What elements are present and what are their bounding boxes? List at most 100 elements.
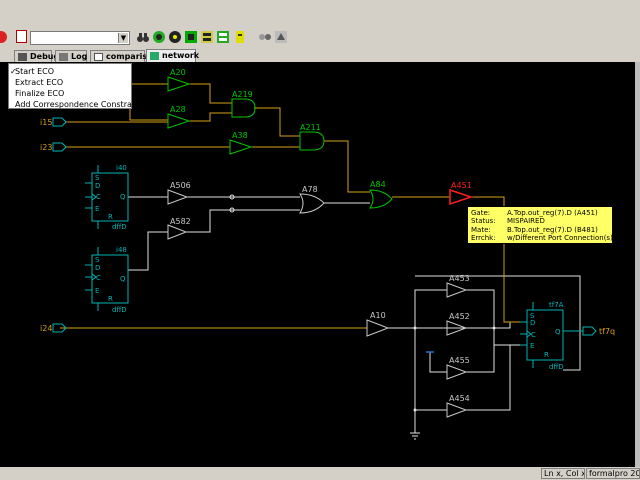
label-a582: A582 [170,217,191,226]
tooltip-key-gate: Gate: [471,209,491,217]
schematic-canvas[interactable]: A20 A28 A219 A38 A211 A84 A506 A582 A78 … [0,62,635,467]
label-a84: A84 [370,180,386,189]
flop-i48-pin-c: C [96,274,101,282]
label-i23: i23 [40,143,52,152]
flop-tf7a-pin-r: R [544,351,549,359]
menu-item-finalize-eco[interactable]: Finalize ECO [15,88,64,99]
label-a452: A452 [449,312,470,321]
gray-gates[interactable] [167,189,468,418]
path-dropdown[interactable]: ▼ [30,31,130,45]
gate-a453 [446,282,468,298]
gate-a455 [446,364,468,380]
tooltip-value-mate: B.Top.out_reg(7).D (B481) [507,226,598,234]
check-icon: ✓ [10,67,17,76]
junction-dots [229,194,496,412]
flop-i48-type: dffD [112,306,127,314]
label-a453: A453 [449,274,470,283]
gate-a454 [446,402,468,418]
label-a28: A28 [170,105,186,114]
tooltip-key-status: Status: [471,217,496,225]
flop-tf7a-name: tf7A [549,301,564,309]
network-tool-icon[interactable] [274,30,288,44]
window-list-icon[interactable] [216,30,230,44]
flop-i40-pin-c: C [96,193,101,201]
label-a454: A454 [449,394,470,403]
gate-a506 [167,189,189,205]
label-a451: A451 [451,181,472,190]
network-icon [150,52,159,60]
label-a10: A10 [370,311,386,320]
tooltip-value-gate: A.Top.out_reg(7).D (A451) [507,209,598,217]
key-icon[interactable] [234,30,248,44]
menu-item-label: Start ECO [15,67,55,76]
tooltip-key-mate: Mate: [471,226,491,234]
tooltip-value-errchk: w/Different Port Connection(s) [507,234,613,242]
label-a506: A506 [170,181,191,190]
flop-i48-pin-d: D [95,264,100,272]
label-a78: A78 [302,185,318,194]
port-i15 [52,117,67,127]
debug-icon [18,53,27,61]
flop-i40-pin-q: Q [120,193,126,201]
flop-i48-pin-r: R [108,295,113,303]
label-a38: A38 [232,131,248,140]
tooltip-value-status: MISPAIRED [507,217,545,225]
flop-i48-pin-e: E [95,287,99,295]
signal-wires [60,83,370,329]
menu-item-start-eco[interactable]: ✓ Start ECO [10,66,55,77]
tab-network[interactable]: network [146,49,199,62]
vertical-scrollbar[interactable] [635,62,640,467]
binoculars-icon[interactable] [152,30,166,44]
gate-a38 [229,139,253,155]
gate-a211 [299,131,325,151]
tab-debug[interactable]: Debug [14,50,59,62]
flop-i48-pin-s: S [95,256,100,264]
menu-item-label: Extract ECO [15,78,64,87]
green-gate-labels: A20 A28 A219 A38 A211 A84 [170,68,386,189]
document-icon [94,53,103,61]
gate-a20 [167,76,191,92]
hierarchy-icon[interactable] [258,30,272,44]
chevron-down-icon[interactable]: ▼ [118,33,128,43]
gate-a28 [167,113,191,129]
label-i24: i24 [40,324,52,333]
gear-chip-icon[interactable] [200,30,214,44]
flop-tf7a-pin-q: Q [555,328,561,336]
label-a219: A219 [232,90,253,99]
label-a455: A455 [449,356,470,365]
radiation-icon[interactable] [184,30,198,44]
menu-item-extract-eco[interactable]: Extract ECO [15,77,63,88]
radiation-icon[interactable] [168,30,182,44]
label-tf7q: tf7q [599,327,615,336]
tab-comparison[interactable]: comparison [90,50,158,62]
input-port-labels: i15 i23 i24 [40,118,52,333]
gray-gate-labels: A506 A582 A78 A10 A453 A452 A455 A454 [170,181,470,403]
flop-i48-name: i48 [116,246,127,254]
label-a211: A211 [300,123,321,132]
flop-i48-pin-q: Q [120,275,126,283]
log-icon [59,53,68,61]
flop-i40-pin-s: S [95,174,100,182]
schematic-svg[interactable]: A20 A28 A219 A38 A211 A84 A506 A582 A78 … [0,62,635,467]
menu-item-add-correspondence-constraint[interactable]: Add Correspondence Constraint [15,99,142,110]
binoculars-icon[interactable] [136,30,150,44]
gate-tooltip: Gate: A.Top.out_reg(7).D (A451) Status: … [467,206,613,244]
flop-tf7a-pin-e: E [530,342,534,350]
gate-a451[interactable] [449,188,474,206]
menu-item-label: Finalize ECO [15,89,65,98]
green-gates[interactable] [167,76,393,209]
tab-log[interactable]: Log [55,50,87,62]
flop-i40-type: dffD [112,223,127,231]
tooltip-key-errchk: Errchk: [471,234,496,242]
flop-i40-pin-r: R [108,213,113,221]
input-ports[interactable] [52,117,67,333]
flop-i48-labels: i48 S D E C R Q dffD [95,246,127,314]
port-i23 [52,142,67,152]
cursor-position: Ln x, Col x [541,468,585,479]
notepad-icon[interactable] [16,30,27,43]
gate-a78 [299,193,325,214]
label-a20: A20 [170,68,186,77]
gate-a219 [231,98,256,118]
flop-i40-pin-e: E [95,205,99,213]
flop-tf7a-pin-d: D [530,319,535,327]
